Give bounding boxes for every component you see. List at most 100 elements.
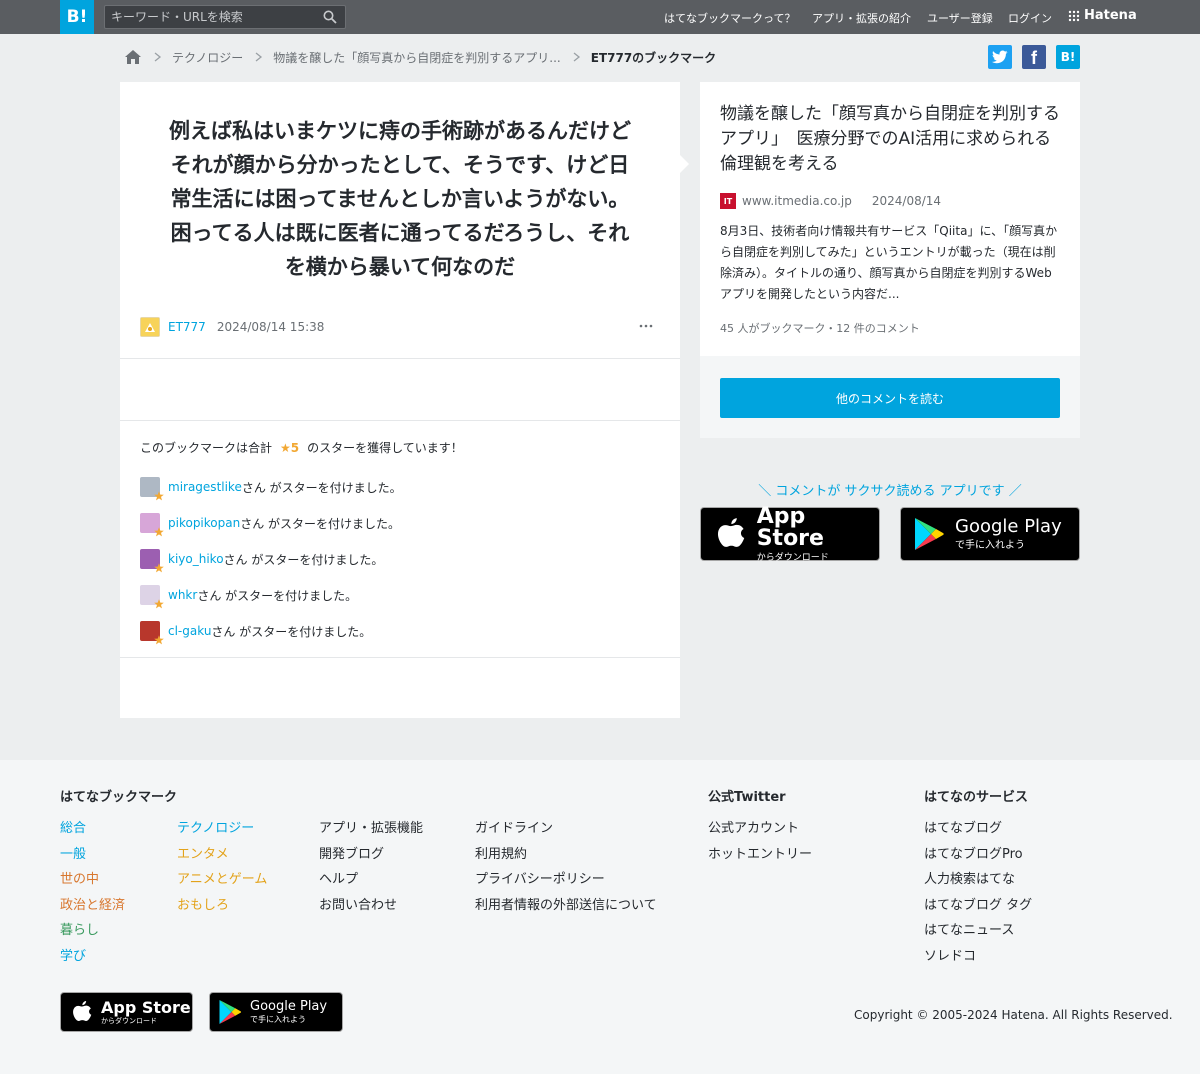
footer-link[interactable]: 開発ブログ — [319, 843, 384, 862]
user-avatar[interactable] — [140, 317, 160, 337]
chevron-right-icon — [573, 52, 580, 62]
user-name-link[interactable]: ET777 — [168, 320, 206, 334]
footer-link[interactable]: アプリ・拡張機能 — [319, 817, 423, 836]
nav-login[interactable]: ログイン — [1008, 10, 1052, 26]
footer-category-link[interactable]: 一般 — [60, 843, 86, 862]
footer-services-heading: はてなのサービス — [924, 790, 1029, 805]
app-promo-text: ＼ コメントが サクサク読める アプリです ／ — [758, 484, 1022, 499]
entry-bookmark-count[interactable]: 45 人がブックマーク・12 件のコメント — [720, 320, 920, 336]
nav-apps[interactable]: アプリ・拡張の紹介 — [812, 10, 911, 26]
footer-link[interactable]: ガイドライン — [475, 817, 553, 836]
footer-category-link[interactable]: 暮らし — [60, 919, 99, 938]
nav-signup[interactable]: ユーザー登録 — [927, 10, 993, 26]
chevron-right-icon — [154, 52, 162, 62]
hatena-brand-link[interactable]: Hatena — [1068, 8, 1137, 23]
footer-app-store-badge[interactable]: App Store からダウンロード — [60, 992, 193, 1032]
footer-service-link[interactable]: 人力検索はてな — [924, 868, 1015, 887]
breadcrumb: テクノロジー 物議を醸した「顔写真から自閉症を判別するアプリ... ET777の… — [124, 48, 716, 66]
share-facebook-button[interactable]: f — [1022, 45, 1046, 69]
footer-link[interactable]: お問い合わせ — [319, 894, 397, 913]
footer-category-link[interactable]: 政治と経済 — [60, 894, 125, 913]
footer-category-link[interactable]: おもしろ — [177, 894, 229, 913]
star-giver-row: miragestlike さん がスターを付けました。 — [140, 476, 402, 501]
footer-twitter-link[interactable]: ホットエントリー — [708, 843, 812, 862]
google-play-title: Google Play — [955, 515, 1062, 537]
site-favicon: IT — [720, 193, 736, 209]
footer-category-link[interactable]: エンタメ — [177, 843, 229, 862]
search-input[interactable] — [111, 9, 311, 25]
comment-line: 例えば私はいまケツに痔の手術跡があるんだけど — [169, 119, 631, 143]
entry-summary: 8月3日、技術者向け情報共有サービス「Qiita」に、「顔写真から自閉症を判別し… — [720, 224, 1058, 301]
star-giver-avatar[interactable] — [140, 621, 164, 645]
footer-google-play-title: Google Play — [250, 999, 328, 1014]
footer-bookmark-heading: はてなブックマーク — [60, 790, 178, 805]
footer-link[interactable]: ヘルプ — [319, 868, 358, 887]
footer-link[interactable]: 利用者情報の外部送信について — [475, 894, 657, 913]
footer-service-link[interactable]: はてなブログPro — [924, 843, 1023, 862]
entry-domain-link[interactable]: www.itmedia.co.jp — [742, 194, 852, 208]
footer-category-link[interactable]: アニメとゲーム — [177, 868, 267, 887]
star-giver-name-link[interactable]: whkr — [168, 588, 197, 602]
read-comments-panel: 他のコメントを読む — [700, 356, 1080, 438]
footer-link[interactable]: 利用規約 — [475, 843, 527, 862]
footer-twitter-link[interactable]: 公式アカウント — [708, 817, 799, 836]
footer-service-link[interactable]: はてなブログ — [924, 817, 1002, 836]
copyright: Copyright © 2005-2024 Hatena. All Rights… — [854, 1008, 1173, 1022]
more-options-icon[interactable] — [638, 318, 654, 334]
footer: はてなブックマーク 総合一般世の中政治と経済暮らし学び テクノロジー エンタメアニ… — [0, 760, 1200, 1074]
entry-date: 2024/08/14 — [871, 194, 942, 208]
comment-line: を横から暴いて何なのだ — [284, 255, 516, 279]
star-giver-text: さん がスターを付けました。 — [197, 588, 358, 603]
footer-service-link[interactable]: はてなブログ タグ — [924, 894, 1032, 913]
chevron-right-icon — [255, 52, 263, 62]
google-play-badge[interactable]: Google Play で手に入れよう — [900, 507, 1080, 561]
card-pointer — [679, 154, 689, 174]
search-box — [104, 5, 346, 29]
google-play-icon — [915, 518, 944, 550]
read-other-comments-button[interactable]: 他のコメントを読む — [720, 378, 1060, 418]
star-icon — [154, 527, 164, 537]
footer-link[interactable]: プライバシーポリシー — [475, 868, 605, 887]
bookmark-timestamp[interactable]: 2024/08/14 15:38 — [217, 320, 325, 334]
share-twitter-button[interactable] — [988, 45, 1012, 69]
breadcrumb-entry[interactable]: 物議を醸した「顔写真から自閉症を判別するアプリ... — [273, 49, 560, 66]
footer-category-link[interactable]: 総合 — [60, 817, 86, 836]
star-giver-text: さん がスターを付けました。 — [223, 552, 384, 567]
footer-category-link[interactable]: テクノロジー — [177, 817, 254, 836]
star-giver-name-link[interactable]: pikopikopan — [168, 516, 240, 530]
star-giver-avatar[interactable] — [140, 585, 164, 609]
footer-twitter-heading: 公式Twitter — [708, 790, 786, 805]
star-giver-avatar[interactable] — [140, 513, 164, 537]
comment-line: それが顔から分かったとして、そうです、けど日 — [170, 153, 630, 177]
hatena-bookmark-logo[interactable]: B! — [60, 0, 94, 34]
star-count: ★5 — [280, 440, 300, 455]
hatena-bookmark-icon: B! — [1060, 50, 1076, 64]
bookmark-card: 例えば私はいまケツに痔の手術跡があるんだけど それが顔から分かったとして、そうで… — [120, 82, 689, 718]
star-giver-text: さん がスターを付けました。 — [240, 516, 401, 531]
apple-icon — [73, 1001, 92, 1021]
app-store-badge[interactable]: App Store からダウンロード — [700, 505, 880, 562]
footer-service-link[interactable]: はてなニュース — [924, 919, 1014, 938]
star-giver-avatar[interactable] — [140, 477, 164, 501]
star-giver-name-link[interactable]: cl-gaku — [168, 624, 211, 638]
footer-service-link[interactable]: ソレドコ — [924, 945, 976, 964]
star-giver-text: さん がスターを付けました。 — [211, 624, 372, 639]
star-summary-prefix: このブックマークは合計 — [140, 441, 273, 455]
breadcrumb-current: ET777のブックマーク — [590, 50, 717, 65]
nav-about[interactable]: はてなブックマークって？ — [664, 10, 795, 26]
top-bar: B! はてなブックマークって？ アプリ・拡張の紹介 ユーザー登録 ログイン Ha… — [0, 0, 1200, 34]
star-giver-name-link[interactable]: kiyo_hiko — [168, 552, 224, 566]
breadcrumb-category[interactable]: テクノロジー — [172, 49, 243, 66]
share-hatena-button[interactable]: B! — [1056, 45, 1080, 69]
divider — [120, 657, 680, 658]
star-giver-name-link[interactable]: miragestlike — [168, 480, 242, 494]
search-icon[interactable] — [323, 10, 337, 24]
star-giver-avatar[interactable] — [140, 549, 164, 573]
footer-category-link[interactable]: 学び — [60, 945, 86, 964]
footer-google-play-badge[interactable]: Google Play で手に入れよう — [209, 992, 343, 1032]
entry-title-link[interactable]: 物議を醸した「顔写真から自閉症を判別するアプリ」 医療分野でのAI活用に求められ… — [720, 102, 1065, 177]
google-play-subtitle: で手に入れよう — [955, 539, 1025, 551]
facebook-icon: f — [1031, 48, 1037, 68]
footer-category-link[interactable]: 世の中 — [60, 868, 99, 887]
home-icon[interactable] — [124, 49, 142, 65]
